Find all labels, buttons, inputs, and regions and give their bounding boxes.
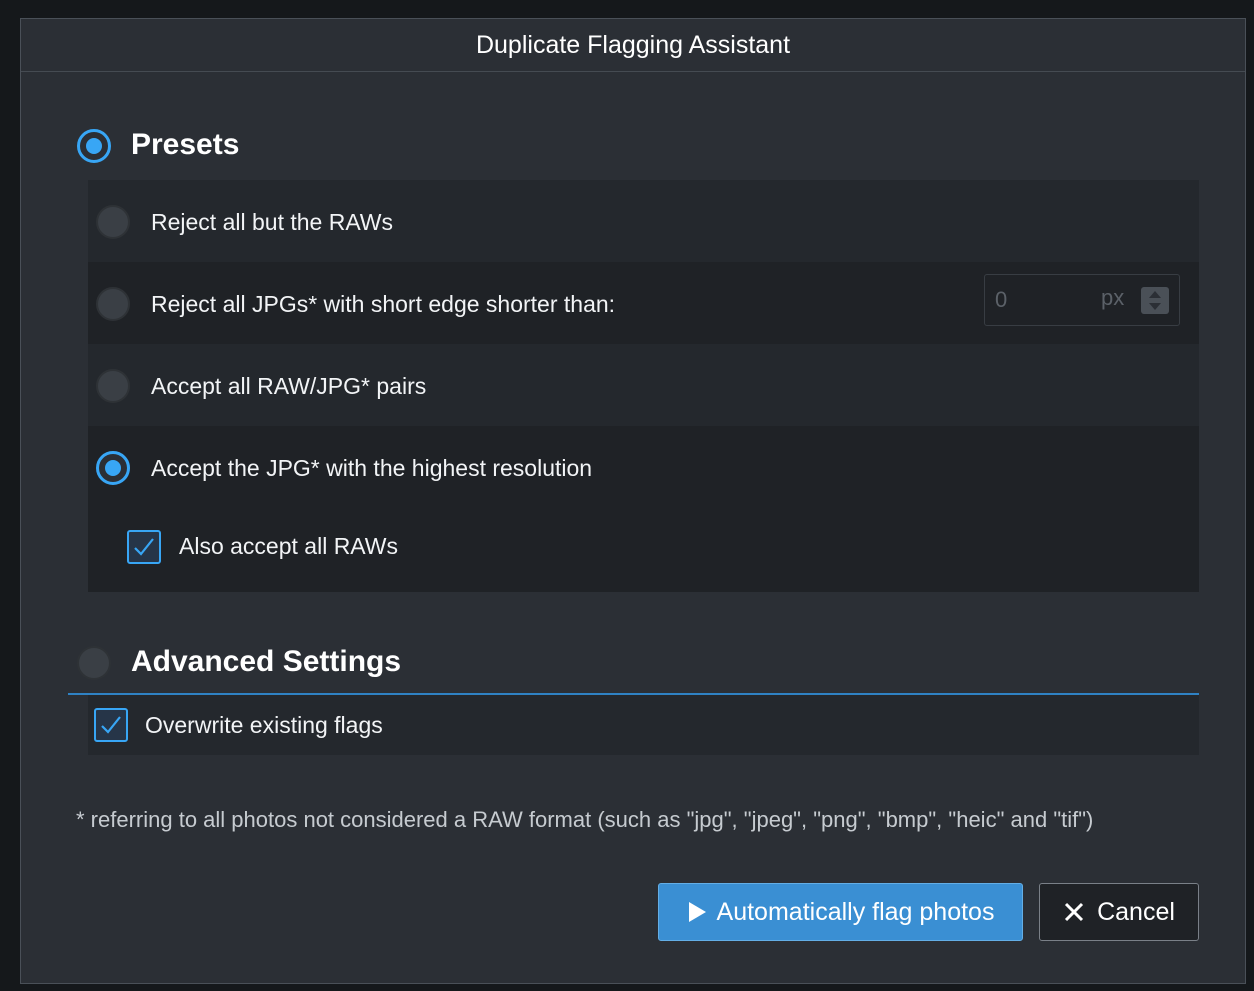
short-edge-value: 0 [995, 287, 1008, 312]
preset-option-accept-highest-res-jpg[interactable]: Accept the JPG* with the highest resolut… [88, 426, 1199, 592]
presets-title: Presets [131, 128, 240, 161]
duplicate-flagging-dialog: Duplicate Flagging Assistant Presets Rej… [20, 18, 1246, 984]
also-accept-raws-checkbox[interactable] [127, 530, 161, 564]
preset-label-accept-highest-res-jpg: Accept the JPG* with the highest resolut… [151, 455, 593, 481]
checkmark-icon [101, 716, 121, 734]
presets-radio[interactable] [77, 129, 111, 163]
cancel-button[interactable]: Cancel [1039, 883, 1199, 941]
short-edge-px-input[interactable]: 0 px [984, 274, 1180, 326]
auto-flag-label: Automatically flag photos [716, 897, 995, 926]
checkmark-icon [134, 538, 154, 556]
preset-option-reject-small-jpgs[interactable]: Reject all JPGs* with short edge shorter… [88, 262, 1199, 344]
preset-option-reject-all-but-raws[interactable]: Reject all but the RAWs [88, 180, 1199, 262]
overwrite-flags-label: Overwrite existing flags [145, 712, 383, 738]
raw-format-footnote: * referring to all photos not considered… [76, 807, 1094, 832]
preset-label-accept-raw-jpg-pairs: Accept all RAW/JPG* pairs [151, 373, 427, 399]
presets-panel: Reject all but the RAWs Reject all JPGs*… [88, 180, 1199, 592]
dialog-titlebar: Duplicate Flagging Assistant [21, 19, 1245, 72]
cancel-label: Cancel [1097, 897, 1175, 926]
auto-flag-button[interactable]: Automatically flag photos [658, 883, 1023, 941]
overwrite-flags-checkbox[interactable] [94, 708, 128, 742]
preset-label-reject-small-jpgs: Reject all JPGs* with short edge shorter… [151, 291, 616, 317]
preset-radio-accept-highest-res-jpg[interactable] [96, 451, 130, 485]
short-edge-stepper-icon[interactable] [1141, 287, 1169, 314]
preset-option-accept-raw-jpg-pairs[interactable]: Accept all RAW/JPG* pairs [88, 344, 1199, 426]
advanced-panel: Overwrite existing flags [88, 695, 1199, 755]
advanced-settings-radio[interactable] [77, 646, 111, 680]
preset-radio-accept-raw-jpg-pairs[interactable] [96, 369, 130, 403]
dialog-title: Duplicate Flagging Assistant [475, 30, 791, 59]
short-edge-unit: px [1101, 285, 1125, 310]
preset-radio-reject-small-jpgs[interactable] [96, 287, 130, 321]
preset-radio-reject-all-but-raws[interactable] [96, 205, 130, 239]
also-accept-raws-label: Also accept all RAWs [179, 533, 398, 559]
play-icon [688, 902, 706, 922]
close-icon [1065, 902, 1084, 922]
preset-label-reject-all-but-raws: Reject all but the RAWs [151, 209, 394, 235]
advanced-settings-title: Advanced Settings [131, 645, 402, 678]
